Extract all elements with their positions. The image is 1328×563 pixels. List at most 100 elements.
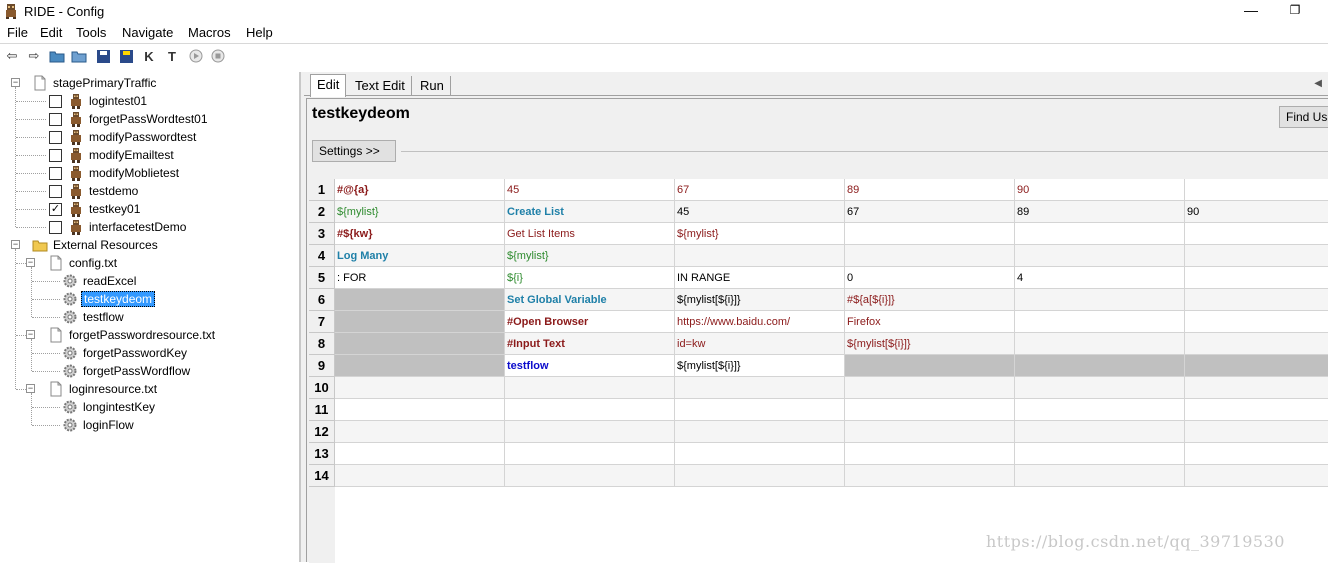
grid-cell[interactable] <box>845 355 1015 377</box>
grid-cell[interactable] <box>845 223 1015 245</box>
tree-suite[interactable]: stagePrimaryTraffic <box>32 74 158 92</box>
row-number[interactable]: 9 <box>309 355 335 377</box>
menu-edit[interactable]: Edit <box>40 25 62 40</box>
grid-cell[interactable] <box>1015 355 1185 377</box>
tree-test-item[interactable]: modifyPasswordtest <box>49 128 198 146</box>
test-checkbox[interactable] <box>49 166 62 180</box>
row-number[interactable]: 1 <box>309 179 335 201</box>
grid-cell[interactable] <box>1015 399 1185 421</box>
grid-cell[interactable]: 45 <box>505 179 675 201</box>
grid-cell[interactable] <box>1185 311 1328 333</box>
grid-cell[interactable]: #${a[${i}]} <box>845 289 1015 311</box>
grid-cell[interactable]: https://www.baidu.com/ <box>675 311 845 333</box>
row-number[interactable]: 14 <box>309 465 335 487</box>
test-checkbox[interactable] <box>49 148 62 162</box>
collapse-icon[interactable]: − <box>11 240 20 249</box>
grid-cell[interactable] <box>505 377 675 399</box>
collapse-icon[interactable]: − <box>26 258 35 267</box>
open-directory-icon[interactable] <box>70 47 88 65</box>
menu-help[interactable]: Help <box>246 25 273 40</box>
grid-cell[interactable] <box>335 399 505 421</box>
grid-cell[interactable] <box>845 443 1015 465</box>
grid-cell[interactable] <box>1185 443 1328 465</box>
tab-run[interactable]: Run <box>414 76 451 96</box>
grid-cell[interactable] <box>675 443 845 465</box>
grid-cell[interactable] <box>1185 377 1328 399</box>
row-number[interactable]: 6 <box>309 289 335 311</box>
test-checkbox[interactable]: ✓ <box>49 202 62 216</box>
settings-button[interactable]: Settings >> <box>312 140 396 162</box>
test-checkbox[interactable] <box>49 130 62 144</box>
grid-cell[interactable] <box>335 355 505 377</box>
collapse-icon[interactable]: − <box>26 384 35 393</box>
menu-navigate[interactable]: Navigate <box>122 25 173 40</box>
grid-cell[interactable] <box>1185 421 1328 443</box>
grid-cell[interactable]: : FOR <box>335 267 505 289</box>
collapse-icon[interactable]: − <box>11 78 20 87</box>
grid-cell[interactable] <box>1015 289 1185 311</box>
grid-cell[interactable]: 89 <box>845 179 1015 201</box>
row-number[interactable]: 12 <box>309 421 335 443</box>
tree-keyword-item[interactable]: testkeydeom <box>62 290 156 308</box>
grid-cell[interactable] <box>845 399 1015 421</box>
grid-cell[interactable] <box>1185 179 1328 201</box>
grid-cell[interactable]: 0 <box>845 267 1015 289</box>
row-number[interactable]: 8 <box>309 333 335 355</box>
grid-cell[interactable]: Create List <box>505 201 675 223</box>
grid-cell[interactable]: Set Global Variable <box>505 289 675 311</box>
tree-test-item[interactable]: forgetPassWordtest01 <box>49 110 210 128</box>
grid-cell[interactable] <box>1015 443 1185 465</box>
grid-cell[interactable] <box>845 421 1015 443</box>
grid-cell[interactable] <box>1015 465 1185 487</box>
grid-cell[interactable]: 67 <box>675 179 845 201</box>
grid-cell[interactable] <box>675 399 845 421</box>
grid-cell[interactable] <box>1015 311 1185 333</box>
open-test-suite-icon[interactable] <box>48 47 66 65</box>
grid-cell[interactable]: Log Many <box>335 245 505 267</box>
tree-keyword-item[interactable]: forgetPasswordKey <box>62 344 189 362</box>
find-usages-button[interactable]: Find Usa <box>1279 106 1328 128</box>
maximize-button[interactable]: ❐ <box>1288 2 1302 18</box>
save-icon[interactable] <box>94 47 112 65</box>
grid-cell[interactable] <box>675 421 845 443</box>
grid-cell[interactable]: ${mylist[${i}]} <box>845 333 1015 355</box>
search-tests-icon[interactable]: T <box>163 47 181 65</box>
tree-keyword-item[interactable]: testflow <box>62 308 126 326</box>
save-all-icon[interactable] <box>117 47 135 65</box>
tree-keyword-item[interactable]: longintestKey <box>62 398 157 416</box>
tree-keyword-item[interactable]: loginFlow <box>62 416 136 434</box>
row-number[interactable]: 13 <box>309 443 335 465</box>
grid-cell[interactable] <box>335 465 505 487</box>
grid-cell[interactable] <box>1185 465 1328 487</box>
grid-cell[interactable]: #Input Text <box>505 333 675 355</box>
grid-cell[interactable] <box>1185 223 1328 245</box>
grid-cell[interactable]: #@{a} <box>335 179 505 201</box>
grid-cell[interactable] <box>1185 355 1328 377</box>
grid-cell[interactable] <box>1185 245 1328 267</box>
minimize-button[interactable]: — <box>1244 2 1258 18</box>
grid-cell[interactable] <box>845 377 1015 399</box>
grid-cell[interactable] <box>335 333 505 355</box>
grid-cell[interactable] <box>335 443 505 465</box>
grid-cell[interactable] <box>505 399 675 421</box>
grid-cell[interactable] <box>505 443 675 465</box>
grid-cell[interactable]: #Open Browser <box>505 311 675 333</box>
tree-resource-file[interactable]: forgetPasswordresource.txt <box>48 326 217 344</box>
grid-cell[interactable] <box>1015 333 1185 355</box>
grid-cell[interactable] <box>675 465 845 487</box>
grid-cell[interactable] <box>505 465 675 487</box>
menu-file[interactable]: File <box>7 25 28 40</box>
row-number[interactable]: 3 <box>309 223 335 245</box>
grid-cell[interactable]: Firefox <box>845 311 1015 333</box>
grid-cell[interactable] <box>845 465 1015 487</box>
test-checkbox[interactable] <box>49 184 62 198</box>
tree-keyword-item[interactable]: readExcel <box>62 272 138 290</box>
tree-test-item[interactable]: testdemo <box>49 182 140 200</box>
grid-cell[interactable] <box>1185 267 1328 289</box>
grid-cell[interactable] <box>505 421 675 443</box>
forward-arrow-icon[interactable]: ⇨ <box>25 47 43 65</box>
test-checkbox[interactable] <box>49 112 62 126</box>
grid-cell[interactable]: IN RANGE <box>675 267 845 289</box>
test-checkbox[interactable] <box>49 220 62 234</box>
row-number[interactable]: 7 <box>309 311 335 333</box>
